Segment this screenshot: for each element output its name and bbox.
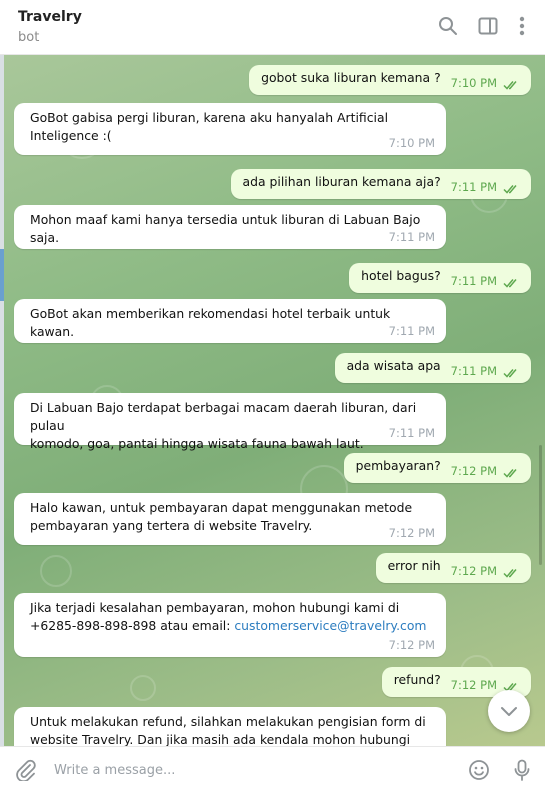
message-text-line: Jika terjadi kesalahan pembayaran, mohon…	[30, 600, 400, 615]
message-input[interactable]	[52, 756, 456, 784]
message-text: error nih	[387, 558, 441, 573]
chevron-down-icon	[501, 707, 517, 716]
message-outgoing[interactable]: ada pilihan liburan kemana aja? 7:11 PM	[230, 169, 531, 199]
read-checkmarks-icon	[503, 77, 521, 95]
chat-title[interactable]: Travelry	[18, 9, 82, 25]
message-text-line: Halo kawan, untuk pembayaran dapat mengg…	[30, 500, 413, 515]
message-time: 7:11 PM	[450, 364, 497, 378]
chat-header: Travelry bot	[0, 0, 545, 55]
message-outgoing[interactable]: gobot suka liburan kemana ? 7:10 PM	[249, 65, 531, 95]
message-text: refund?	[393, 672, 441, 687]
message-time: 7:11 PM	[450, 274, 497, 288]
read-checkmarks-icon	[503, 275, 521, 293]
message-incoming[interactable]: GoBot gabisa pergi liburan, karena aku h…	[14, 103, 446, 155]
message-incoming[interactable]: Di Labuan Bajo terdapat berbagai macam d…	[14, 393, 446, 451]
message-time: 7:12 PM	[388, 526, 435, 540]
message-time: 7:11 PM	[388, 230, 435, 244]
message-outgoing[interactable]: error nih 7:12 PM	[375, 553, 531, 583]
message-text: gobot suka liburan kemana ?	[261, 70, 441, 85]
message-outgoing[interactable]: hotel bagus? 7:11 PM	[349, 263, 531, 293]
message-text-line: Mohon maaf kami hanya tersedia untuk lib…	[30, 212, 421, 245]
read-checkmarks-icon	[503, 365, 521, 383]
message-time: 7:11 PM	[388, 426, 435, 440]
message-time: 7:10 PM	[388, 136, 435, 150]
chat-subtitle: bot	[18, 30, 40, 45]
message-text: ada pilihan liburan kemana aja?	[242, 174, 441, 189]
message-text-line: Di Labuan Bajo terdapat berbagai macam d…	[30, 400, 417, 433]
message-time: 7:12 PM	[450, 678, 497, 692]
email-link[interactable]: customerservice@travelry.com	[234, 618, 426, 633]
message-incoming[interactable]: Untuk melakukan refund, silahkan melakuk…	[14, 707, 446, 746]
microphone-icon[interactable]	[510, 758, 534, 782]
message-text-line: pembayaran yang tertera di website Trave…	[30, 518, 313, 533]
message-composer	[0, 746, 545, 792]
message-time: 7:11 PM	[450, 180, 497, 194]
scrollbar[interactable]	[539, 445, 542, 565]
message-time: 7:12 PM	[450, 464, 497, 478]
message-text: ada wisata apa	[346, 358, 441, 373]
read-checkmarks-icon	[503, 465, 521, 483]
search-icon[interactable]	[436, 14, 460, 38]
message-incoming[interactable]: Mohon maaf kami hanya tersedia untuk lib…	[14, 205, 446, 249]
read-checkmarks-icon	[503, 181, 521, 199]
message-time: 7:10 PM	[450, 76, 497, 90]
message-text-line: komodo, goa, pantai hingga wisata fauna …	[30, 436, 364, 451]
message-text: hotel bagus?	[361, 268, 441, 283]
message-text-line: Untuk melakukan refund, silahkan melakuk…	[30, 714, 426, 729]
message-text-line: GoBot akan memberikan rekomendasi hotel …	[30, 306, 391, 339]
message-time: 7:11 PM	[388, 324, 435, 338]
message-outgoing[interactable]: ada wisata apa 7:11 PM	[334, 353, 531, 383]
more-options-icon[interactable]	[510, 14, 534, 38]
sidebar-toggle-icon[interactable]	[476, 14, 500, 38]
message-incoming[interactable]: Halo kawan, untuk pembayaran dapat mengg…	[14, 493, 446, 545]
attach-icon[interactable]	[14, 758, 38, 782]
message-text-line: +6285-898-898-898 atau email:	[30, 618, 235, 633]
message-incoming[interactable]: Jika terjadi kesalahan pembayaran, mohon…	[14, 593, 446, 657]
message-text-line: website Travelry. Dan jika masih ada ken…	[30, 732, 411, 746]
read-checkmarks-icon	[503, 565, 521, 583]
message-outgoing[interactable]: pembayaran? 7:12 PM	[343, 453, 531, 483]
message-text-line: Inteligence :(	[30, 128, 112, 143]
message-time: 7:12 PM	[388, 638, 435, 652]
message-incoming[interactable]: GoBot akan memberikan rekomendasi hotel …	[14, 299, 446, 343]
message-text-line: GoBot gabisa pergi liburan, karena aku h…	[30, 110, 389, 125]
scroll-down-button[interactable]	[488, 690, 530, 732]
emoji-icon[interactable]	[467, 758, 491, 782]
message-time: 7:12 PM	[450, 564, 497, 578]
message-text: pembayaran?	[355, 458, 441, 473]
message-list[interactable]: gobot suka liburan kemana ? 7:10 PM GoBot…	[0, 55, 545, 746]
